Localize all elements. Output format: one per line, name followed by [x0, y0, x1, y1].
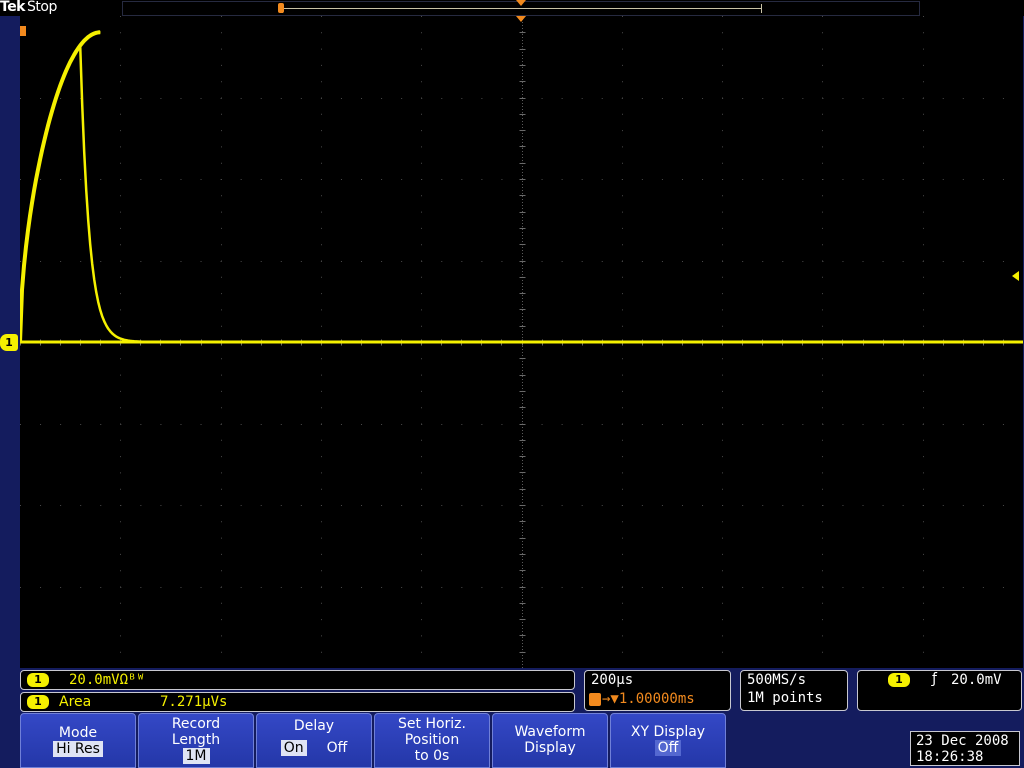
sample-rate: 500MS/s	[747, 672, 807, 688]
measurement-source-chip: 1	[27, 695, 49, 709]
ch1-trace	[20, 30, 101, 343]
waveform-traces	[20, 30, 1023, 344]
xy-display-button[interactable]: XY Display Off	[610, 713, 726, 768]
time: 18:26:38	[916, 749, 984, 765]
trigger-level-icon[interactable]	[1012, 271, 1019, 281]
horiz-pos-label-3: to 0s	[414, 748, 450, 764]
measurement-value: 7.271µVs	[160, 694, 228, 710]
trigger-t-icon	[589, 692, 601, 706]
record-length-label-2: Length	[171, 732, 221, 748]
ch1-ground-marker[interactable]: 1	[0, 334, 18, 351]
brand-text: Tek	[0, 0, 26, 15]
record-length-label: Record	[171, 716, 221, 732]
trigger-point-marker	[20, 26, 26, 36]
date: 23 Dec 2008	[916, 733, 1009, 749]
trigger-source-chip: 1	[888, 673, 910, 687]
record-window-right-edge	[761, 4, 762, 13]
horiz-pos-label: Set Horiz.	[398, 716, 466, 732]
trigger-position-marker[interactable]	[278, 3, 284, 13]
trigger-time-icon	[516, 16, 526, 22]
ch1-trace	[20, 31, 101, 343]
expansion-point-icon	[516, 0, 526, 6]
top-status-bar: Tek Stop	[0, 0, 1024, 16]
delay-on-option[interactable]: On	[280, 740, 307, 756]
time-per-div: 200µs	[591, 672, 634, 688]
horiz-pos-label-2: Position	[404, 732, 460, 748]
waveform-display-label: Waveform	[514, 724, 586, 740]
xy-display-label: XY Display	[630, 724, 706, 740]
date-time-display: 23 Dec 2008 18:26:38	[910, 731, 1020, 766]
xy-display-value: Off	[654, 740, 682, 756]
record-length-button[interactable]: Record Length 1M	[138, 713, 254, 768]
waveform-display-button[interactable]: Waveform Display	[492, 713, 608, 768]
mode-label: Mode	[58, 725, 98, 741]
brand-label: Tek Stop	[0, 0, 57, 15]
ch1-trace	[20, 31, 101, 343]
mode-value: Hi Res	[53, 741, 103, 757]
ch1-trace	[20, 31, 101, 343]
waveform-display-label-2: Display	[524, 740, 576, 756]
acquisition-readout[interactable]: 500MS/s 1M points	[740, 670, 848, 711]
trigger-readout[interactable]: 1 ƒ 20.0mV	[857, 670, 1022, 711]
ch1-volts-per-div: 20.0mVΩᴮᵂ	[69, 672, 145, 688]
record-window-indicator	[282, 8, 762, 9]
ch1-scale-readout[interactable]: 1 20.0mVΩᴮᵂ	[20, 670, 575, 690]
ch1-trace	[20, 44, 1023, 344]
set-horiz-position-button[interactable]: Set Horiz. Position to 0s	[374, 713, 490, 768]
ch1-trace	[20, 31, 101, 343]
measurement-label: Area	[59, 694, 92, 710]
delay-off-option[interactable]: Off	[327, 740, 348, 756]
rising-edge-icon: ƒ	[932, 671, 937, 687]
record-points: 1M points	[747, 690, 823, 706]
trigger-delay-value: →▼1.00000ms	[602, 691, 695, 707]
trigger-delay: →▼1.00000ms	[589, 691, 695, 707]
acquisition-state: Stop	[27, 0, 57, 15]
mode-button[interactable]: Mode Hi Res	[20, 713, 136, 768]
measurement-readout[interactable]: 1 Area 7.271µVs	[20, 692, 575, 712]
record-length-value: 1M	[182, 748, 210, 764]
delay-label: Delay	[293, 718, 335, 734]
trigger-level: 20.0mV	[951, 672, 1002, 688]
delay-button[interactable]: Delay On Off	[256, 713, 372, 768]
waveform-graticule	[20, 16, 1023, 668]
horizontal-readout[interactable]: 200µs →▼1.00000ms	[584, 670, 731, 711]
ch1-chip: 1	[27, 673, 49, 687]
